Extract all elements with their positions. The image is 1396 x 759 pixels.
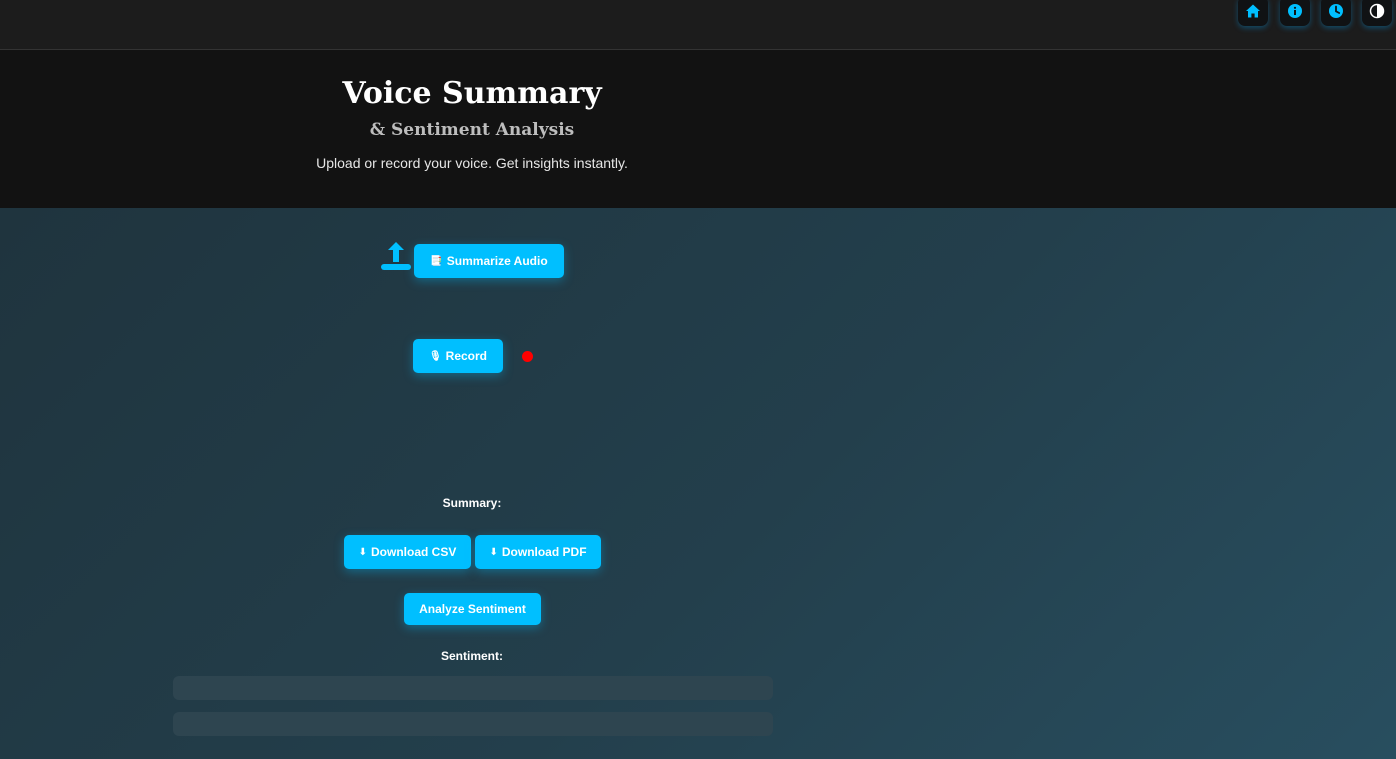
theme-toggle-icon bbox=[1369, 3, 1385, 19]
upload-icon[interactable] bbox=[380, 240, 412, 272]
summary-label: Summary: bbox=[442, 496, 502, 510]
history-button[interactable] bbox=[1321, 0, 1351, 26]
download-pdf-label: Download PDF bbox=[501, 545, 587, 559]
sentiment-label: Sentiment: bbox=[440, 649, 503, 663]
record-button[interactable]: 🎙 Record bbox=[413, 339, 503, 373]
history-icon bbox=[1329, 4, 1343, 18]
document-icon: 📑 bbox=[430, 255, 443, 267]
summarize-audio-button[interactable]: 📑 Summarize Audio bbox=[414, 244, 564, 278]
download-csv-button[interactable]: ⬇ Download CSV bbox=[344, 535, 471, 569]
page-title: Voice Summary bbox=[342, 76, 602, 111]
sentiment-bar bbox=[173, 676, 773, 700]
download-pdf-button[interactable]: ⬇ Download PDF bbox=[475, 535, 601, 569]
download-icon: ⬇ bbox=[358, 546, 368, 558]
page-tagline: Upload or record your voice. Get insight… bbox=[316, 155, 628, 171]
hero-section: Voice Summary & Sentiment Analysis Uploa… bbox=[0, 50, 1396, 208]
download-icon: ⬇ bbox=[489, 546, 498, 558]
sentiment-bar bbox=[173, 712, 773, 736]
home-button[interactable] bbox=[1238, 0, 1268, 26]
info-button[interactable] bbox=[1280, 0, 1310, 26]
download-csv-label: Download CSV bbox=[371, 545, 457, 559]
home-icon bbox=[1246, 4, 1260, 18]
theme-toggle-button[interactable] bbox=[1362, 0, 1392, 26]
analyze-sentiment-button[interactable]: Analyze Sentiment bbox=[404, 593, 541, 625]
summarize-audio-label: Summarize Audio bbox=[446, 254, 548, 268]
top-bar bbox=[0, 0, 1396, 50]
microphone-icon: 🎙 bbox=[428, 350, 442, 362]
info-icon bbox=[1288, 4, 1302, 18]
record-label: Record bbox=[445, 349, 488, 363]
page-subtitle: & Sentiment Analysis bbox=[369, 120, 575, 140]
analyze-sentiment-label: Analyze Sentiment bbox=[419, 602, 526, 616]
recording-indicator bbox=[522, 351, 533, 362]
